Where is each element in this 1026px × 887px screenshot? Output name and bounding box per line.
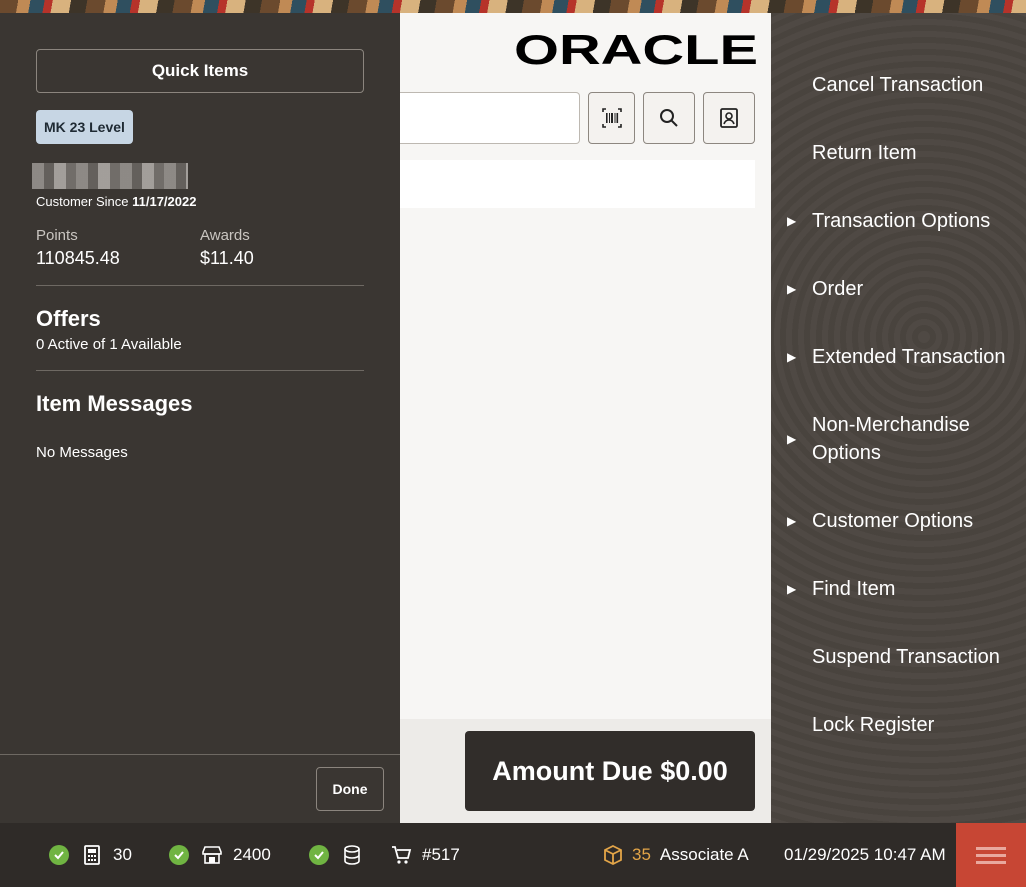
menu-item-label: Lock Register: [812, 714, 935, 736]
search-button[interactable]: [643, 92, 695, 144]
search-icon: [660, 109, 678, 127]
register-status[interactable]: 30: [49, 823, 132, 887]
transaction-menu: Cancel Transaction Return Item ▶ Transac…: [771, 13, 1026, 823]
store-number: 2400: [233, 845, 271, 864]
menu-item-non-merchandise-options[interactable]: ▶ Non-Merchandise Options: [771, 411, 1026, 467]
offers-title[interactable]: Offers: [36, 306, 101, 332]
points-value: 110845.48: [36, 248, 120, 268]
menu-item-label: Suspend Transaction: [812, 646, 1000, 668]
associate-status[interactable]: 35 Associate A: [602, 823, 749, 887]
customer-button[interactable]: [703, 92, 755, 144]
chevron-right-icon: ▶: [787, 214, 797, 228]
cart-status[interactable]: #517: [390, 823, 460, 887]
awards-label: Awards: [200, 227, 250, 244]
store-status[interactable]: 2400: [169, 823, 271, 887]
offers-summary: 0 Active of 1 Available: [36, 336, 182, 353]
database-status[interactable]: [309, 823, 363, 887]
oracle-logo: ORACLE: [514, 31, 758, 69]
menu-item-cancel-transaction[interactable]: Cancel Transaction: [771, 71, 1026, 99]
menu-item-transaction-options[interactable]: ▶ Transaction Options: [771, 207, 1026, 235]
divider: [36, 370, 364, 371]
menu-item-order[interactable]: ▶ Order: [771, 275, 1026, 303]
item-messages-status: No Messages: [36, 444, 128, 461]
points-label: Points: [36, 227, 78, 244]
customer-since: Customer Since 11/17/2022: [36, 194, 196, 209]
menu-item-label: Return Item: [812, 142, 917, 164]
package-icon: [602, 844, 624, 866]
menu-item-label: Customer Options: [812, 510, 974, 532]
register-number: 30: [113, 845, 132, 864]
menu-item-lock-register[interactable]: Lock Register: [771, 711, 1026, 739]
chevron-right-icon: ▶: [787, 582, 797, 596]
menu-item-label: Extended Transaction: [812, 346, 1006, 368]
transaction-number: #517: [422, 845, 460, 864]
menu-item-return-item[interactable]: Return Item: [771, 139, 1026, 167]
check-circle-icon: [49, 845, 69, 865]
transaction-line-area: [400, 160, 755, 208]
menu-item-extended-transaction[interactable]: ▶ Extended Transaction: [771, 343, 1026, 371]
transaction-area: ORACLE Amount Due $0.00: [400, 13, 771, 823]
associate-name: Associate A: [659, 845, 749, 864]
hamburger-icon: [976, 843, 1006, 868]
item-messages-title: Item Messages: [36, 391, 193, 416]
barcode-icon: [601, 108, 622, 128]
menu-item-customer-options[interactable]: ▶ Customer Options: [771, 507, 1026, 535]
item-search-input[interactable]: [400, 92, 580, 144]
divider: [0, 754, 400, 755]
divider: [36, 285, 364, 286]
awards-value: $11.40: [200, 248, 254, 268]
main-menu-button[interactable]: [956, 823, 1026, 887]
chevron-right-icon: ▶: [787, 432, 797, 446]
done-button[interactable]: Done: [316, 767, 384, 811]
menu-item-label: Find Item: [812, 578, 896, 600]
menu-item-suspend-transaction[interactable]: Suspend Transaction: [771, 643, 1026, 671]
menu-item-label: Order: [812, 278, 864, 300]
customer-since-date: 11/17/2022: [132, 194, 197, 209]
database-icon: [341, 844, 363, 866]
menu-item-label: Cancel Transaction: [812, 74, 984, 96]
associate-count: 35: [632, 845, 651, 864]
amount-due-button[interactable]: Amount Due $0.00: [465, 731, 755, 811]
chevron-right-icon: ▶: [787, 514, 797, 528]
store-icon: [201, 844, 223, 866]
cart-icon: [390, 844, 412, 866]
status-bar: 30 2400 #517 35 Associate A 01/29/2025 1…: [0, 823, 1026, 887]
oracle-logo-text: ORACLE: [514, 31, 758, 69]
loyalty-level-badge: MK 23 Level: [36, 110, 133, 144]
menu-item-label: Transaction Options: [812, 210, 991, 232]
customer-drawer: Quick Items MK 23 Level Customer Since 1…: [0, 13, 400, 823]
scan-button[interactable]: [588, 92, 635, 144]
menu-item-find-item[interactable]: ▶ Find Item: [771, 575, 1026, 603]
check-circle-icon: [169, 845, 189, 865]
customer-card-icon: [720, 108, 738, 128]
chevron-right-icon: ▶: [787, 282, 797, 296]
check-circle-icon: [309, 845, 329, 865]
chevron-right-icon: ▶: [787, 350, 797, 364]
register-icon: [81, 844, 103, 866]
decorative-banner: [0, 0, 1026, 13]
quick-items-button[interactable]: Quick Items: [36, 49, 364, 93]
customer-name-redacted: [32, 163, 188, 189]
date-time: 01/29/2025 10:47 AM: [784, 845, 946, 864]
menu-item-label: Non-Merchandise Options: [812, 414, 970, 464]
customer-since-label: Customer Since: [36, 194, 129, 209]
